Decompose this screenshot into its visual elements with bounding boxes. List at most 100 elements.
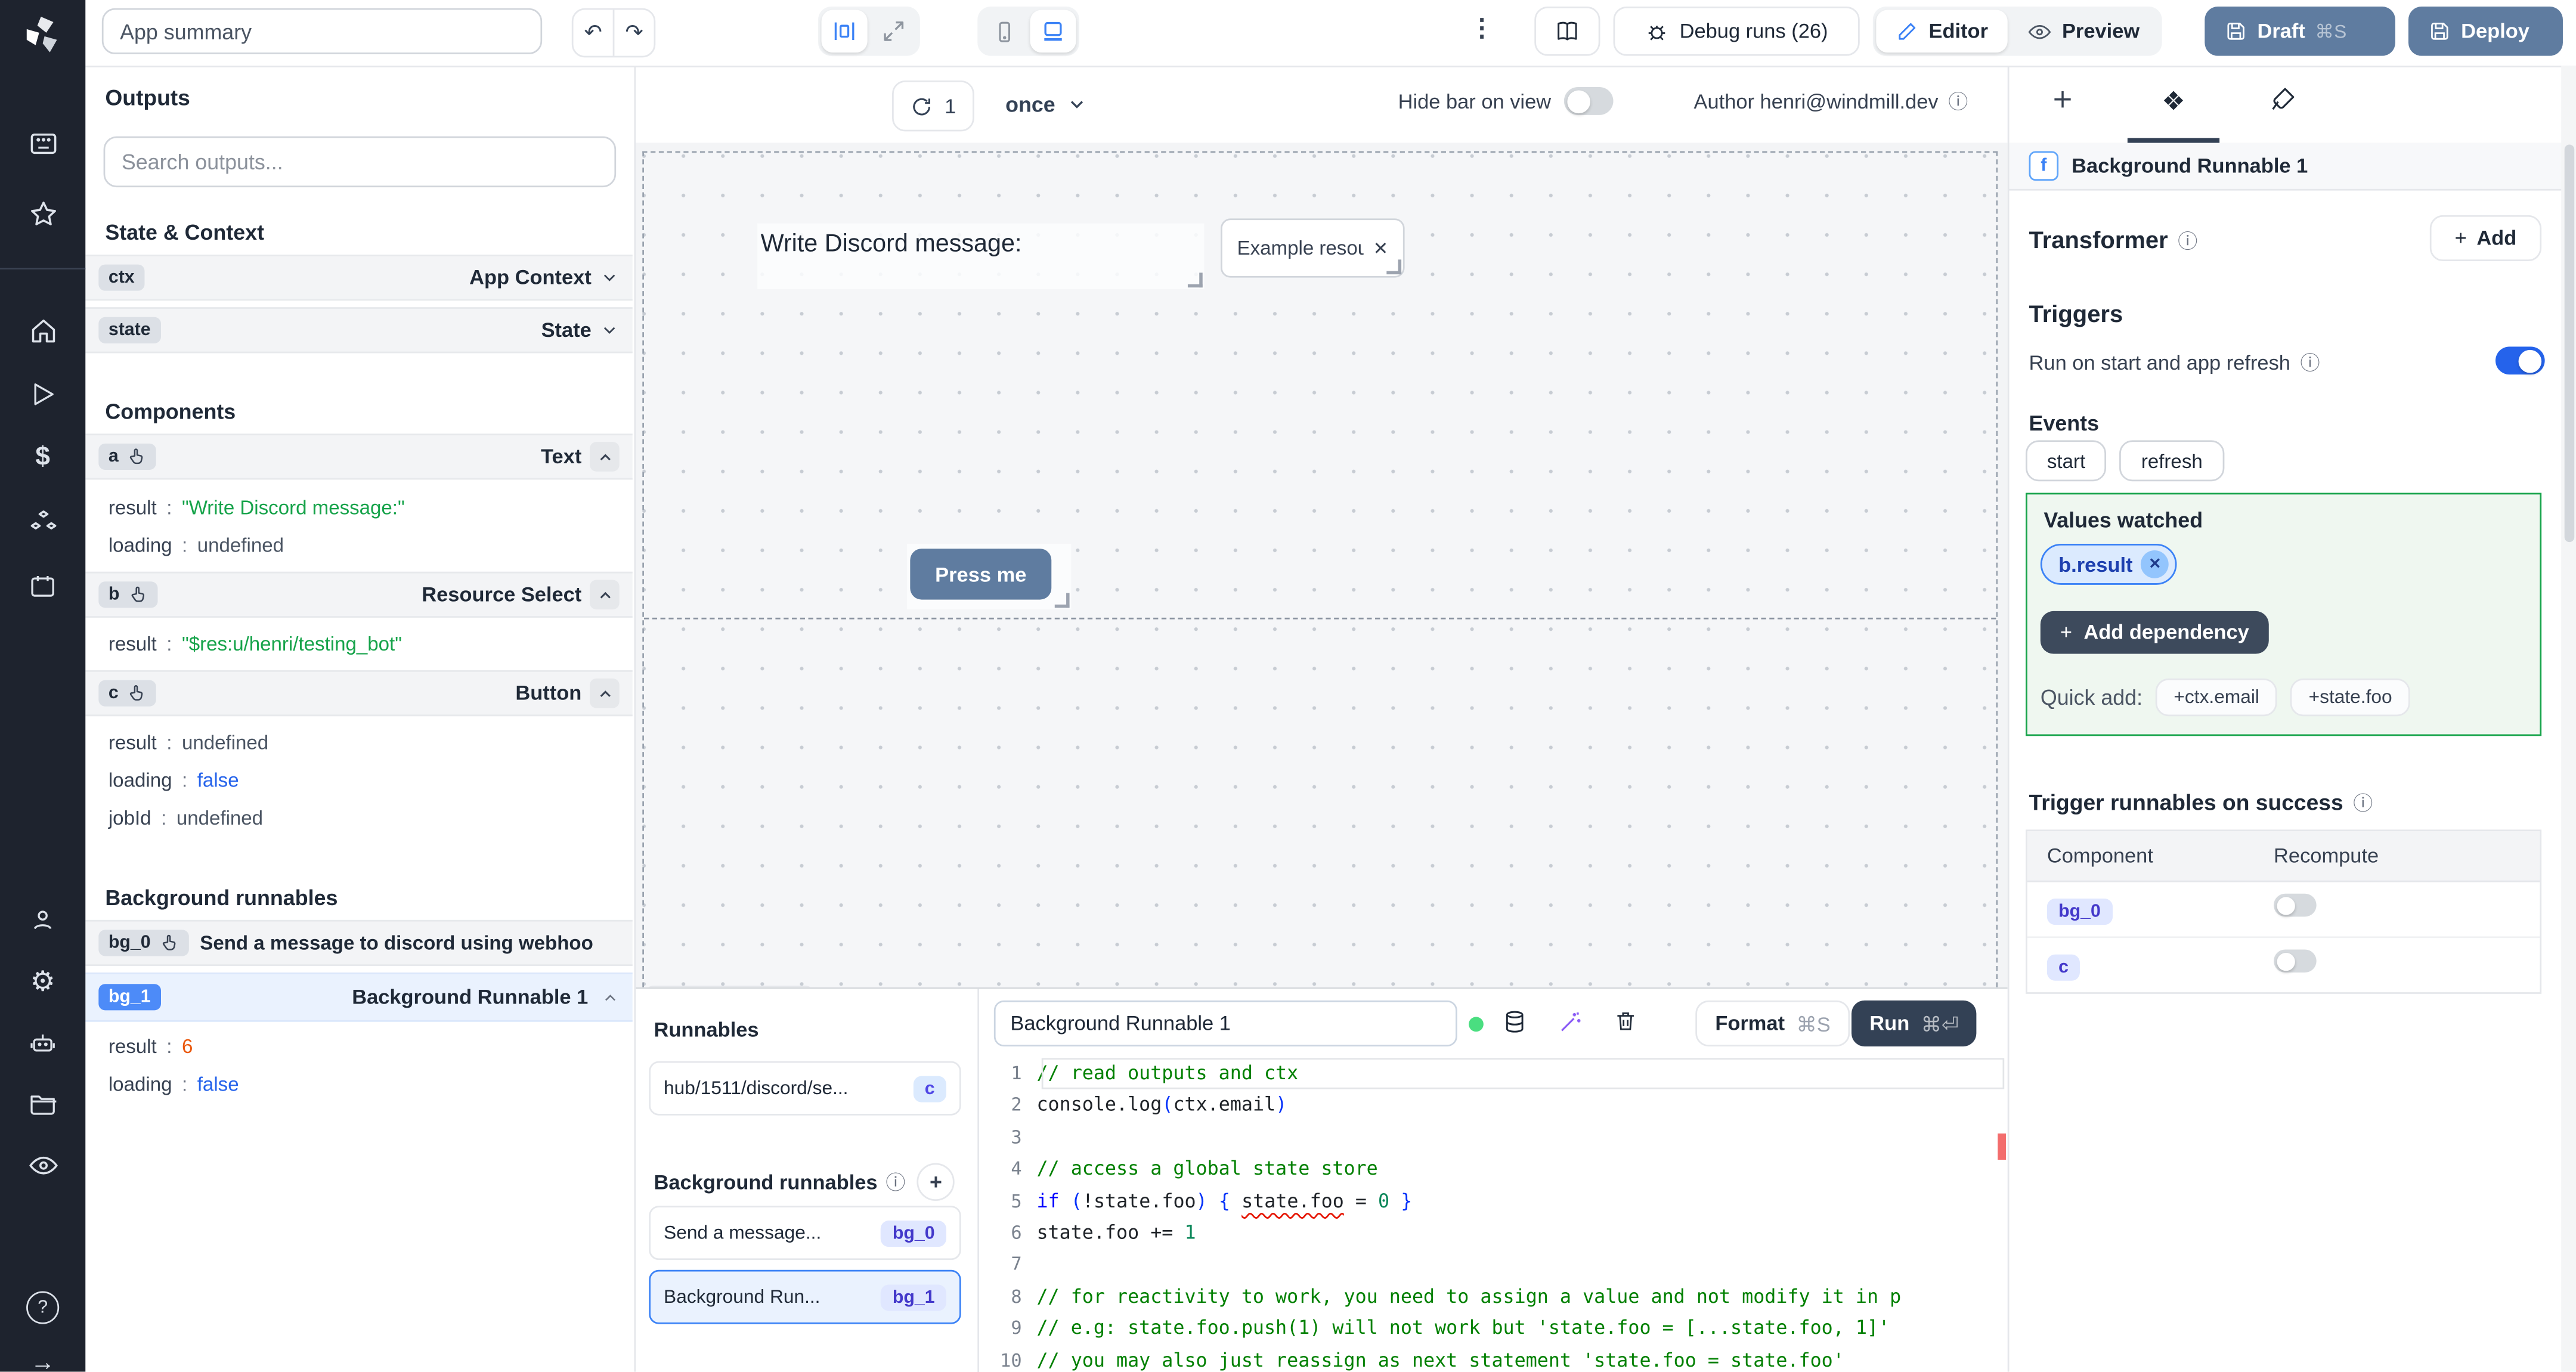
code-line-9[interactable]: 9// e.g: state.foo.push(1) will not work… bbox=[979, 1313, 2008, 1345]
state-row[interactable]: state State bbox=[85, 307, 633, 354]
bg0-card[interactable]: Send a message... bg_0 bbox=[649, 1206, 961, 1260]
code-line-6[interactable]: 6 state.foo += 1 bbox=[979, 1217, 2008, 1249]
redo-button[interactable]: ↷ bbox=[614, 10, 654, 56]
quick-add-state-foo[interactable]: +state.foo bbox=[2290, 678, 2410, 717]
quick-add-ctx-email[interactable]: +ctx.email bbox=[2156, 678, 2278, 717]
clear-select-icon[interactable]: ✕ bbox=[1373, 237, 1388, 259]
window-scrollbar[interactable] bbox=[2561, 66, 2576, 1372]
mobile-icon[interactable] bbox=[981, 10, 1027, 53]
home-icon[interactable] bbox=[0, 315, 85, 346]
desktop-icon[interactable] bbox=[1030, 10, 1076, 53]
run-on-start-toggle[interactable] bbox=[2495, 346, 2545, 375]
bg1-row-selected[interactable]: bg_1 Background Runnable 1 bbox=[85, 973, 633, 1022]
component-a-row[interactable]: a Text bbox=[85, 433, 633, 480]
ai-wand-icon[interactable] bbox=[1558, 1009, 1584, 1035]
schedules-calendar-icon[interactable] bbox=[0, 572, 85, 602]
add-dependency-button[interactable]: + Add dependency bbox=[2040, 611, 2269, 654]
event-refresh-chip[interactable]: refresh bbox=[2120, 440, 2224, 482]
run-on-start-label: Run on start and app refresh ⓘ bbox=[2029, 348, 2320, 376]
bg1-card-selected[interactable]: Background Run... bg_1 bbox=[649, 1269, 961, 1324]
deploy-button[interactable]: Deploy bbox=[2408, 7, 2563, 56]
hide-bar-toggle[interactable] bbox=[1564, 87, 1614, 115]
delete-trash-icon[interactable] bbox=[1614, 1009, 1638, 1033]
tab-insert-plus-icon[interactable] bbox=[2029, 85, 2095, 113]
left-nav-rail: $ ⚙ ? → bbox=[0, 0, 86, 1372]
chevron-up-icon[interactable] bbox=[590, 678, 620, 708]
favorites-star-icon[interactable] bbox=[0, 199, 85, 230]
canvas-grid[interactable]: Write Discord message: Example resou... … bbox=[642, 151, 1998, 987]
code-line-5[interactable]: 5 if (!state.foo) { state.foo = 0 } bbox=[979, 1185, 2008, 1217]
folders-icon[interactable] bbox=[0, 1089, 85, 1119]
user-icon[interactable] bbox=[0, 905, 85, 935]
tab-styling-brush-icon[interactable] bbox=[2249, 85, 2315, 113]
format-button[interactable]: Format ⌘S bbox=[1695, 1000, 1850, 1046]
code-line-8[interactable]: 8// for reactivity to work, you need to … bbox=[979, 1281, 2008, 1312]
code-editor[interactable]: 1// read outputs and ctx 2 console.log(ctx… bbox=[979, 1058, 2008, 1372]
audit-eye-icon[interactable] bbox=[0, 1150, 85, 1181]
apps-icon[interactable] bbox=[0, 128, 85, 159]
resize-handle[interactable] bbox=[1054, 593, 1070, 608]
info-icon[interactable]: ⓘ bbox=[2353, 788, 2373, 816]
code-line-1[interactable]: 1// read outputs and ctx bbox=[979, 1058, 2008, 1090]
chevron-up-icon[interactable] bbox=[601, 988, 619, 1006]
variables-dollar-icon[interactable]: $ bbox=[0, 444, 85, 473]
remove-dependency-icon[interactable]: ✕ bbox=[2141, 550, 2169, 578]
resize-handle[interactable] bbox=[1386, 259, 1402, 275]
full-width-icon[interactable] bbox=[871, 10, 917, 53]
ctx-row[interactable]: ctx App Context bbox=[85, 255, 633, 301]
resize-handle[interactable] bbox=[1187, 272, 1203, 288]
resources-icon[interactable] bbox=[0, 507, 85, 538]
bg0-table-badge: bg_0 bbox=[2046, 897, 2113, 924]
run-button[interactable]: Run ⌘⏎ bbox=[1851, 1000, 1977, 1046]
runnable-name-input[interactable] bbox=[993, 1000, 1457, 1046]
add-transformer-button[interactable]: + Add bbox=[2429, 215, 2542, 262]
workers-robot-icon[interactable] bbox=[0, 1029, 85, 1058]
button-component[interactable]: Press me bbox=[906, 543, 1072, 610]
info-icon[interactable]: ⓘ bbox=[2300, 348, 2320, 376]
refresh-count-box[interactable]: 1 bbox=[892, 80, 974, 132]
tab-settings-diamond-icon[interactable]: ❖ bbox=[2141, 85, 2206, 118]
press-me-button[interactable]: Press me bbox=[910, 549, 1052, 600]
code-line-4[interactable]: 4// access a global state store bbox=[979, 1154, 2008, 1185]
watched-value-chip[interactable]: b.result ✕ bbox=[2040, 543, 2177, 585]
app-summary-input[interactable] bbox=[101, 8, 543, 54]
text-component[interactable]: Write Discord message: bbox=[757, 223, 1205, 289]
tab-preview[interactable]: Preview bbox=[2008, 10, 2159, 53]
info-icon[interactable]: ⓘ bbox=[2178, 227, 2197, 255]
chevron-down-icon[interactable] bbox=[600, 268, 620, 287]
help-icon[interactable]: ? bbox=[0, 1291, 85, 1324]
search-outputs-input[interactable] bbox=[103, 136, 617, 188]
component-b-row[interactable]: b Resource Select bbox=[85, 571, 633, 618]
bg0-recompute-toggle[interactable] bbox=[2274, 893, 2317, 917]
code-line-7[interactable]: 7 bbox=[979, 1249, 2008, 1281]
chevron-down-icon[interactable] bbox=[600, 320, 620, 340]
settings-gear-icon[interactable]: ⚙ bbox=[0, 966, 85, 999]
undo-button[interactable]: ↶ bbox=[574, 10, 613, 56]
chevron-up-icon[interactable] bbox=[590, 580, 620, 610]
windmill-logo[interactable] bbox=[0, 13, 85, 56]
info-icon[interactable]: ⓘ bbox=[1948, 87, 1968, 115]
code-line-3[interactable]: 3 bbox=[979, 1122, 2008, 1153]
draft-button[interactable]: Draft ⌘S bbox=[2205, 7, 2395, 56]
add-runnable-button[interactable]: + bbox=[917, 1163, 955, 1201]
docs-book-button[interactable] bbox=[1534, 7, 1600, 56]
hub-script-card[interactable]: hub/1511/discord/se... c bbox=[649, 1061, 961, 1116]
component-c-row[interactable]: c Button bbox=[85, 670, 633, 717]
runs-play-icon[interactable] bbox=[0, 379, 85, 409]
more-options-icon[interactable]: ⋮ bbox=[1466, 13, 1498, 43]
debug-runs-button[interactable]: Debug runs (26) bbox=[1613, 7, 1860, 56]
resource-select-component[interactable]: Example resou... ✕ bbox=[1221, 218, 1405, 278]
event-start-chip[interactable]: start bbox=[2026, 440, 2107, 482]
tab-editor[interactable]: Editor bbox=[1876, 10, 2008, 53]
cache-db-icon[interactable] bbox=[1501, 1009, 1528, 1035]
centered-layout-icon[interactable] bbox=[821, 10, 868, 53]
code-line-2[interactable]: 2 console.log(ctx.email) bbox=[979, 1090, 2008, 1122]
code-line-10[interactable]: 10// you may also just reassign as next … bbox=[979, 1345, 2008, 1372]
c-recompute-toggle[interactable] bbox=[2274, 949, 2317, 973]
bg0-row[interactable]: bg_0 Send a message to discord using web… bbox=[85, 919, 633, 966]
collapse-arrow-icon[interactable]: → bbox=[0, 1349, 85, 1372]
hide-bar-control: Hide bar on view bbox=[1398, 87, 1614, 115]
chevron-up-icon[interactable] bbox=[590, 442, 620, 472]
pointer-hand-icon bbox=[162, 934, 175, 950]
refresh-mode-select[interactable]: once bbox=[1005, 80, 1088, 128]
